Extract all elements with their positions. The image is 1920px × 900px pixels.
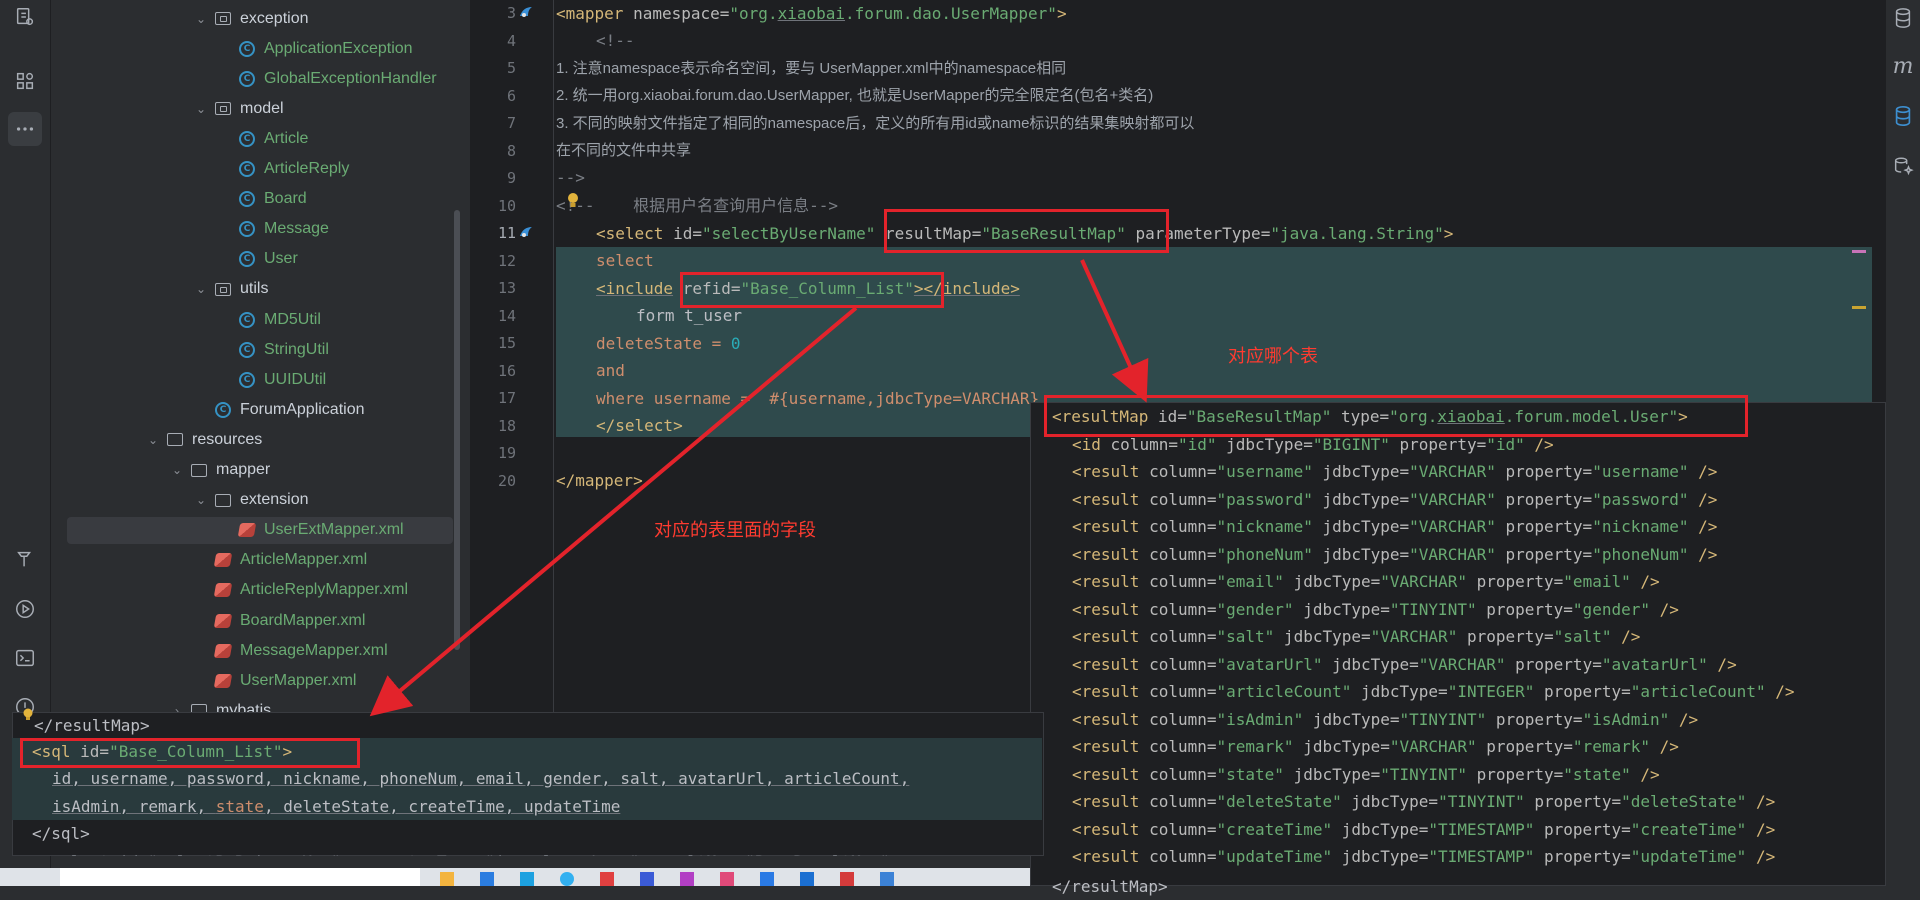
arrow-to-resultmap: [1080, 259, 1149, 403]
arrow-to-sql: [369, 306, 858, 717]
annotation-arrows: [369, 259, 1149, 717]
annotation-fields-label: 对应的表里面的字段: [654, 520, 816, 540]
annotation-table-label: 对应哪个表: [1228, 346, 1318, 366]
